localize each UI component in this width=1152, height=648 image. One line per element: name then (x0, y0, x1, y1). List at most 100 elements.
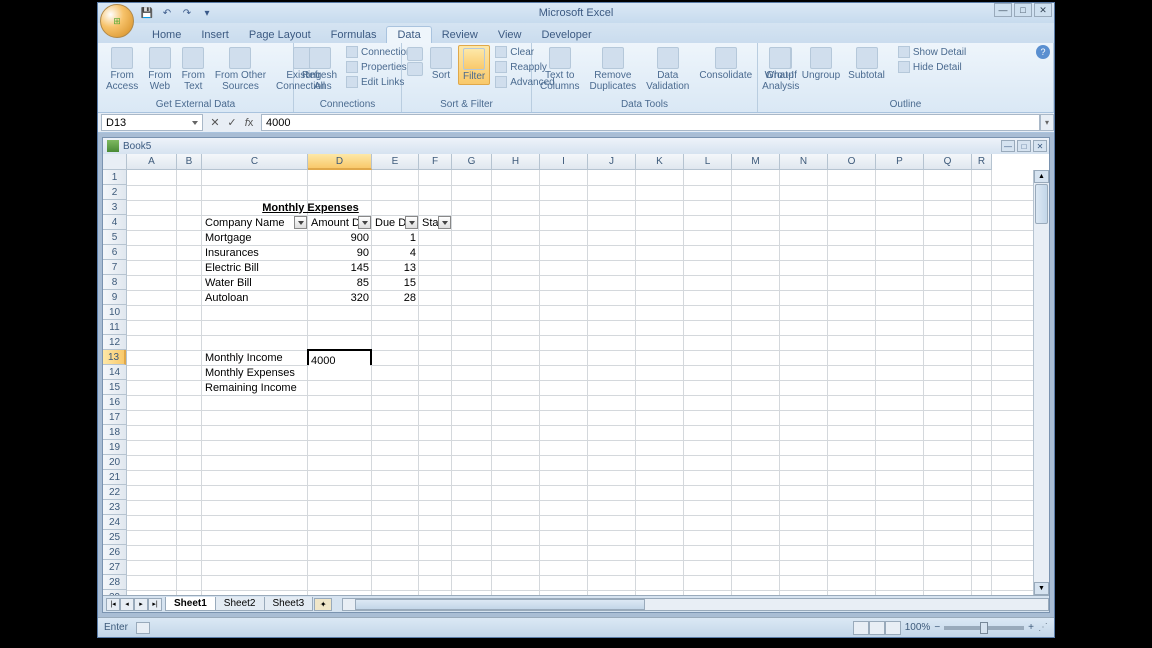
name-box[interactable]: D13 (101, 114, 203, 131)
row-header-3[interactable]: 3 (103, 200, 126, 215)
tab-page-layout[interactable]: Page Layout (239, 27, 321, 43)
row-header-2[interactable]: 2 (103, 185, 126, 200)
fx-icon[interactable]: fx (241, 115, 257, 131)
tab-developer[interactable]: Developer (531, 27, 601, 43)
row-header-8[interactable]: 8 (103, 275, 126, 290)
row-header-24[interactable]: 24 (103, 515, 126, 530)
col-header-G[interactable]: G (452, 154, 492, 170)
cell-editor[interactable] (309, 355, 370, 367)
help-icon[interactable]: ? (1036, 45, 1050, 59)
row-header-20[interactable]: 20 (103, 455, 126, 470)
cell-amount-9[interactable]: 320 (308, 290, 372, 305)
group-button[interactable]: Group (762, 45, 798, 83)
show-detail-button[interactable]: Show Detail (895, 45, 969, 59)
col-header-N[interactable]: N (780, 154, 828, 170)
col-header-K[interactable]: K (636, 154, 684, 170)
redo-icon[interactable]: ↷ (180, 6, 194, 20)
page-break-view-button[interactable] (885, 621, 901, 635)
col-header-M[interactable]: M (732, 154, 780, 170)
sheet-tab-sheet2[interactable]: Sheet2 (215, 597, 265, 611)
sheet-nav-last[interactable]: ▸| (148, 598, 162, 611)
sheet-tab-sheet3[interactable]: Sheet3 (264, 597, 314, 611)
filter-dropdown-F[interactable] (438, 216, 451, 229)
zoom-slider[interactable] (944, 626, 1024, 630)
subtotal-button[interactable]: Subtotal (844, 45, 889, 83)
macro-record-icon[interactable] (136, 622, 150, 634)
cancel-icon[interactable]: ✕ (207, 115, 223, 131)
row-header-16[interactable]: 16 (103, 395, 126, 410)
row-header-27[interactable]: 27 (103, 560, 126, 575)
active-cell[interactable] (307, 349, 372, 365)
col-header-Q[interactable]: Q (924, 154, 972, 170)
sheet-nav-next[interactable]: ▸ (134, 598, 148, 611)
save-icon[interactable]: 💾 (140, 6, 154, 20)
row-header-18[interactable]: 18 (103, 425, 126, 440)
normal-view-button[interactable] (853, 621, 869, 635)
filter-dropdown-E[interactable] (405, 216, 418, 229)
col-header-F[interactable]: F (419, 154, 452, 170)
cell-due-7[interactable]: 13 (372, 260, 419, 275)
cell-amount-6[interactable]: 90 (308, 245, 372, 260)
tab-review[interactable]: Review (432, 27, 488, 43)
maximize-button[interactable]: □ (1014, 3, 1032, 17)
row-header-7[interactable]: 7 (103, 260, 126, 275)
cell-company-9[interactable]: Autoloan (202, 290, 308, 305)
col-header-C[interactable]: C (202, 154, 308, 170)
consolidate-button[interactable]: Consolidate (695, 45, 756, 83)
from-button[interactable]: From Access (102, 45, 142, 94)
resize-grip-icon[interactable]: ⋰ (1038, 622, 1048, 633)
row-header-9[interactable]: 9 (103, 290, 126, 305)
from-other-button[interactable]: From Other Sources (211, 45, 270, 94)
row-header-23[interactable]: 23 (103, 500, 126, 515)
summary-0[interactable]: Monthly Income (202, 350, 308, 365)
data-button[interactable]: Data Validation (642, 45, 693, 94)
hide-detail-button[interactable]: Hide Detail (895, 60, 969, 74)
from-button[interactable]: From Web (144, 45, 175, 94)
vscroll-thumb[interactable] (1035, 184, 1048, 224)
row-header-13[interactable]: 13 (103, 350, 126, 365)
row-header-6[interactable]: 6 (103, 245, 126, 260)
from-button[interactable]: From Text (178, 45, 209, 94)
office-button[interactable]: ⊞ (100, 4, 134, 38)
row-header-22[interactable]: 22 (103, 485, 126, 500)
row-header-26[interactable]: 26 (103, 545, 126, 560)
cell-amount-7[interactable]: 145 (308, 260, 372, 275)
tab-home[interactable]: Home (142, 27, 191, 43)
hscroll-thumb[interactable] (355, 599, 645, 610)
enter-icon[interactable]: ✓ (224, 115, 240, 131)
wb-maximize-button[interactable]: □ (1017, 140, 1031, 152)
sheet-nav-prev[interactable]: ◂ (120, 598, 134, 611)
cell-company-7[interactable]: Electric Bill (202, 260, 308, 275)
cell-due-5[interactable]: 1 (372, 230, 419, 245)
ungroup-button[interactable]: Ungroup (798, 45, 844, 83)
row-header-11[interactable]: 11 (103, 320, 126, 335)
col-header-J[interactable]: J (588, 154, 636, 170)
undo-icon[interactable]: ↶ (160, 6, 174, 20)
sort-button[interactable]: Sort (426, 45, 456, 83)
summary-1[interactable]: Monthly Expenses (202, 365, 308, 380)
select-all-corner[interactable] (103, 154, 127, 170)
new-sheet-button[interactable]: ✦ (314, 598, 332, 611)
hscroll[interactable] (342, 598, 1049, 611)
col-header-R[interactable]: R (972, 154, 992, 170)
text-to-button[interactable]: Text to Columns (536, 45, 583, 94)
filter-dropdown-C[interactable] (294, 216, 307, 229)
remove-button[interactable]: Remove Duplicates (585, 45, 640, 94)
summary-2[interactable]: Remaining Income (202, 380, 308, 395)
cell-company-6[interactable]: Insurances (202, 245, 308, 260)
formula-input[interactable]: 4000 (261, 114, 1040, 131)
qat-dropdown-icon[interactable]: ▾ (200, 6, 214, 20)
cell-due-8[interactable]: 15 (372, 275, 419, 290)
cell-amount-5[interactable]: 900 (308, 230, 372, 245)
row-header-4[interactable]: 4 (103, 215, 126, 230)
col-header-L[interactable]: L (684, 154, 732, 170)
row-header-10[interactable]: 10 (103, 305, 126, 320)
filter-button[interactable]: Filter (458, 45, 490, 85)
scroll-up-button[interactable]: ▲ (1034, 170, 1049, 183)
row-header-14[interactable]: 14 (103, 365, 126, 380)
col-header-H[interactable]: H (492, 154, 540, 170)
filter-dropdown-D[interactable] (358, 216, 371, 229)
row-header-1[interactable]: 1 (103, 170, 126, 185)
col-header-A[interactable]: A (127, 154, 177, 170)
expand-formula-icon[interactable]: ▾ (1040, 114, 1054, 131)
